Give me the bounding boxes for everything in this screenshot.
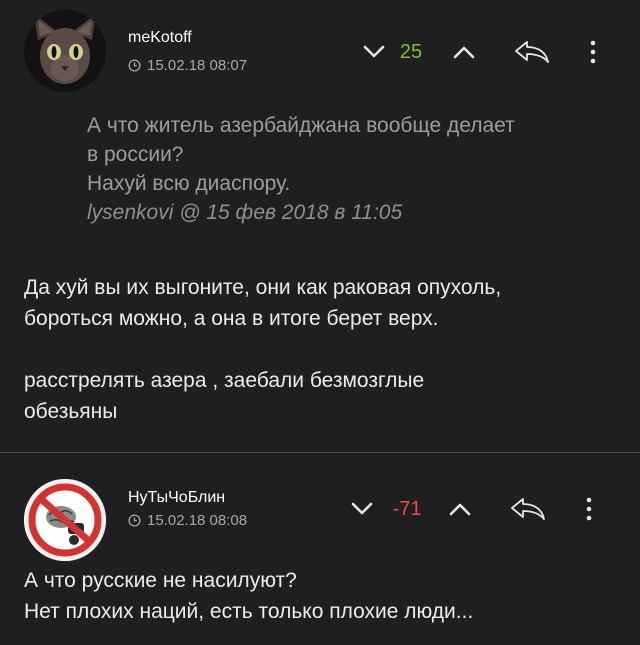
- more-options-button[interactable]: [583, 39, 603, 65]
- chevron-up-icon: [449, 503, 471, 516]
- comment-line: бороться можно, а она в итоге берет верх…: [24, 307, 439, 330]
- comment-line: обезьяны: [24, 400, 118, 423]
- quote-source: lysenkovi @ 15 фев 2018 в 11:05: [87, 198, 607, 227]
- comment-1: meKotoff 15.02.18 08:07 25 А что житель …: [0, 0, 640, 452]
- chevron-down-icon: [363, 45, 385, 58]
- upvote-button[interactable]: [439, 44, 489, 60]
- quote-line: в россии?: [87, 143, 184, 166]
- reply-button[interactable]: [499, 496, 557, 522]
- author-name[interactable]: meKotoff: [128, 29, 192, 47]
- upvote-button[interactable]: [435, 501, 485, 517]
- quote-source-user[interactable]: lysenkovi: [87, 201, 173, 224]
- comment-meta: 15.02.18 08:07: [128, 57, 247, 74]
- avatar[interactable]: [24, 479, 106, 561]
- comment-line: расстрелять азера , заебали безмозглые: [24, 369, 425, 392]
- reply-arrow-icon: [515, 41, 549, 63]
- chevron-up-icon: [453, 46, 475, 59]
- kebab-menu-icon: [586, 497, 592, 521]
- rating-score: -71: [392, 497, 422, 520]
- timestamp[interactable]: 15.02.18 08:07: [147, 57, 247, 74]
- comment-2: НуТыЧоБлин 15.02.18 08:08 -71 А что русс…: [0, 452, 640, 645]
- reply-button[interactable]: [503, 39, 561, 65]
- comment-line-blank: [24, 334, 624, 365]
- no-brain-sign-avatar-icon: [24, 479, 106, 561]
- avatar[interactable]: [24, 10, 106, 92]
- author-name[interactable]: НуТыЧоБлин: [128, 489, 225, 507]
- quote-line: А что житель азербайджана вообще делает: [87, 114, 515, 137]
- quote-line: Нахуй всю диаспору.: [87, 172, 291, 195]
- clock-icon: [128, 59, 141, 72]
- comment-actions: 25: [357, 34, 603, 70]
- quote-source-date: @ 15 фев 2018 в 11:05: [173, 201, 403, 224]
- chevron-down-icon: [351, 502, 373, 515]
- comment-meta: 15.02.18 08:08: [128, 512, 247, 529]
- downvote-button[interactable]: [345, 501, 379, 517]
- comment-line: Да хуй вы их выгоните, они как раковая о…: [24, 276, 502, 299]
- comment-body: Да хуй вы их выгоните, они как раковая о…: [24, 272, 624, 427]
- clock-icon: [128, 514, 141, 527]
- comment-line: А что русские не насилуют?: [24, 569, 297, 592]
- more-options-button[interactable]: [579, 496, 599, 522]
- comment-body: А что русские не насилуют? Нет плохих на…: [24, 565, 624, 627]
- rating-score: 25: [399, 40, 423, 63]
- reply-arrow-icon: [511, 498, 545, 520]
- comment-line: Нет плохих наций, есть только плохие люд…: [24, 600, 474, 623]
- sphynx-cat-avatar-icon: [24, 10, 106, 92]
- downvote-button[interactable]: [357, 44, 391, 60]
- kebab-menu-icon: [590, 40, 596, 64]
- quoted-comment: А что житель азербайджана вообще делает …: [87, 111, 607, 227]
- comment-actions: -71: [345, 491, 599, 527]
- timestamp[interactable]: 15.02.18 08:08: [147, 512, 247, 529]
